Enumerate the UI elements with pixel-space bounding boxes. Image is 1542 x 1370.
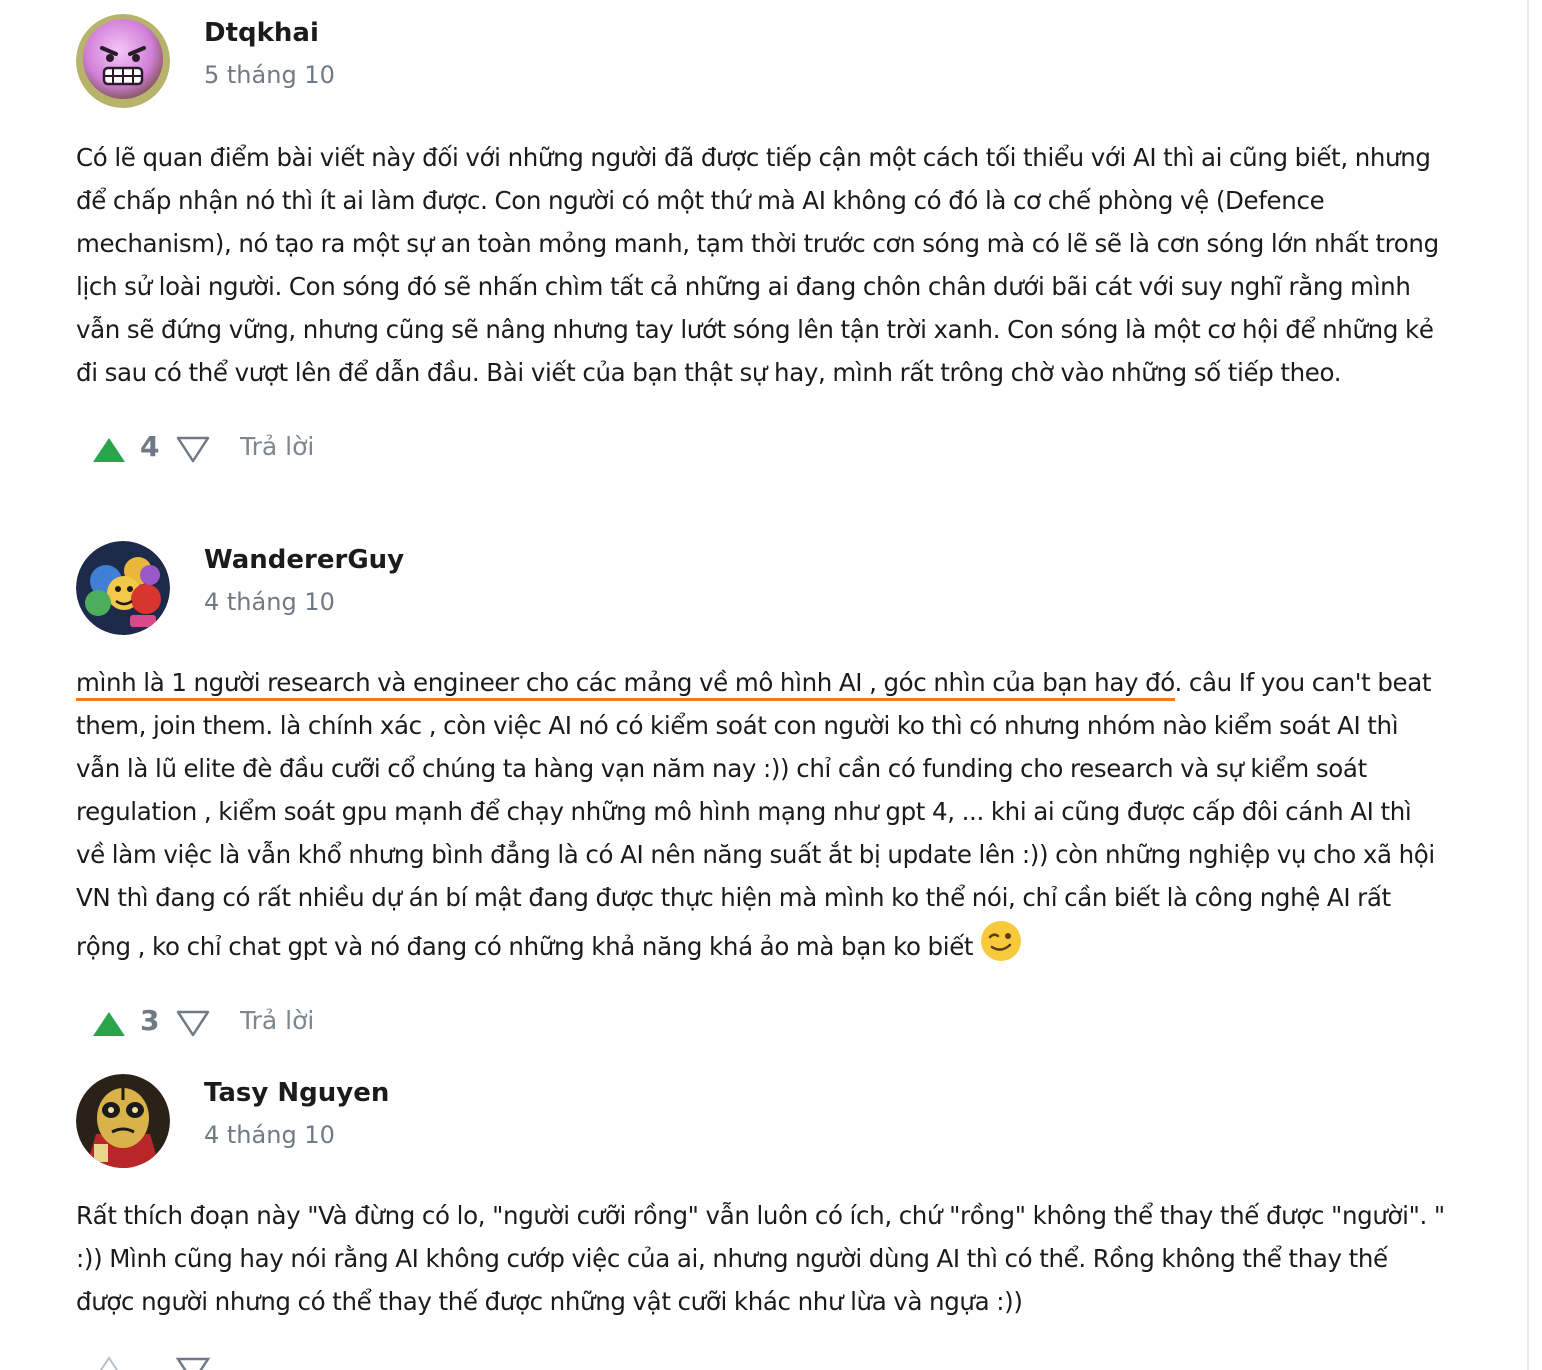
- comments-page: Dtqkhai 5 tháng 10 Có lẽ quan điểm bài v…: [0, 0, 1542, 1370]
- upvote-icon[interactable]: [92, 1010, 126, 1038]
- author-name[interactable]: Tasy Nguyen: [204, 1078, 389, 1108]
- comment-text-rest: . câu If you can't beat them, join them.…: [76, 668, 1435, 961]
- avatar[interactable]: [76, 14, 170, 108]
- comment-text: Rất thích đoạn này "Và đừng có lo, "ngườ…: [76, 1201, 1445, 1316]
- scroll-divider: [1527, 0, 1529, 1370]
- partial-vote-row-icon: [99, 1356, 211, 1370]
- downvote-icon[interactable]: [176, 435, 210, 463]
- author-name[interactable]: WandererGuy: [204, 545, 404, 575]
- comment-text: Có lẽ quan điểm bài viết này đối với nhữ…: [76, 143, 1439, 387]
- highlighted-text: mình là 1 người research và engineer cho…: [76, 668, 1175, 701]
- comment-date[interactable]: 5 tháng 10: [204, 61, 335, 89]
- angry-face-avatar-icon: [76, 14, 170, 108]
- downvote-icon[interactable]: [176, 1009, 210, 1037]
- cartoon-characters-avatar-icon: [76, 541, 170, 635]
- winking-face-emoji-icon: [979, 919, 1023, 963]
- avatar[interactable]: [76, 1074, 170, 1168]
- upvote-icon[interactable]: [92, 436, 126, 464]
- comment-date[interactable]: 4 tháng 10: [204, 1121, 335, 1149]
- comment-item: Dtqkhai 5 tháng 10 Có lẽ quan điểm bài v…: [76, 14, 1446, 470]
- comment-actions: 3 Trả lời: [76, 1004, 1446, 1044]
- masked-character-avatar-icon: [76, 1074, 170, 1168]
- comment-item: Tasy Nguyen 4 tháng 10 Rất thích đoạn nà…: [76, 1074, 1446, 1323]
- comment-item: WandererGuy 4 tháng 10 mình là 1 người r…: [76, 541, 1446, 1044]
- comment-header: WandererGuy 4 tháng 10: [76, 541, 1446, 637]
- comment-actions: 4 Trả lời: [76, 430, 1446, 470]
- comment-text: mình là 1 người research và engineer cho…: [76, 661, 1446, 968]
- reply-button[interactable]: Trả lời: [240, 1006, 314, 1035]
- comment-body: mình là 1 người research và engineer cho…: [76, 661, 1446, 968]
- vote-count: 3: [140, 1004, 160, 1037]
- comment-actions-partial: [76, 1350, 476, 1370]
- author-name[interactable]: Dtqkhai: [204, 18, 319, 48]
- comment-body: Rất thích đoạn này "Và đừng có lo, "ngườ…: [76, 1194, 1446, 1323]
- comment-header: Dtqkhai 5 tháng 10: [76, 14, 1446, 110]
- vote-count: 4: [140, 430, 160, 463]
- comment-date[interactable]: 4 tháng 10: [204, 588, 335, 616]
- comment-body: Có lẽ quan điểm bài viết này đối với nhữ…: [76, 136, 1446, 394]
- avatar[interactable]: [76, 541, 170, 635]
- reply-button[interactable]: Trả lời: [240, 432, 314, 461]
- comment-header: Tasy Nguyen 4 tháng 10: [76, 1074, 1446, 1170]
